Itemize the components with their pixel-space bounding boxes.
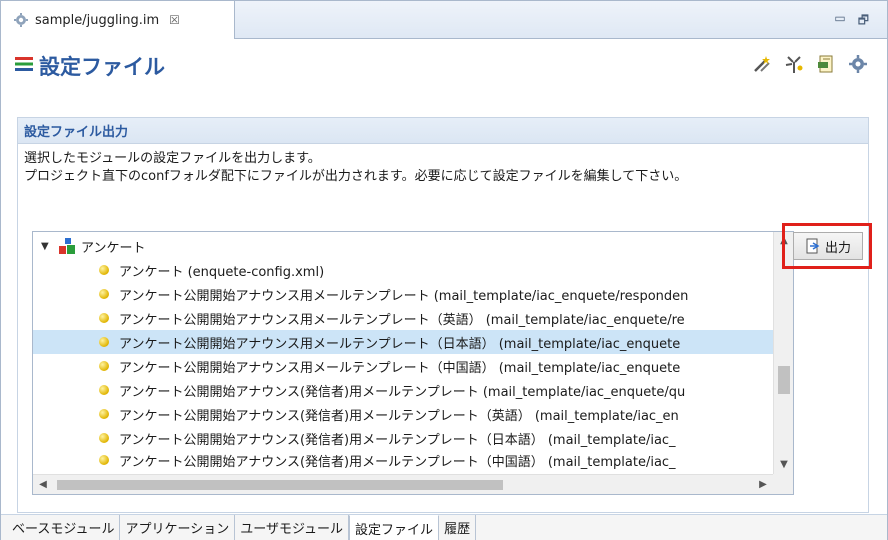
maximize-icon[interactable]: 🗗: [858, 11, 869, 32]
horizontal-scroll-thumb[interactable]: [57, 480, 503, 490]
chevron-down-icon[interactable]: ▼: [41, 241, 53, 252]
output-button-label: 出力: [824, 240, 851, 256]
module-tree[interactable]: ▼ アンケート アンケート (enquete-config.xml) アンケート…: [32, 231, 794, 495]
wand-icon[interactable]: [751, 53, 773, 75]
tree-item[interactable]: アンケート公開開始アナウンス用メールテンプレート（中国語） (mail_temp…: [33, 354, 773, 378]
item-dot-icon: [99, 455, 109, 465]
tree-item[interactable]: アンケート公開開始アナウンス(発信者)用メールテンプレート（英語） (mail_…: [33, 402, 773, 426]
minimize-icon[interactable]: ▭: [834, 11, 845, 32]
tree-item[interactable]: アンケート公開開始アナウンス(発信者)用メールテンプレート（日本語） (mail…: [33, 426, 773, 450]
gear-icon: [14, 13, 28, 27]
item-dot-icon: [99, 289, 109, 299]
settings-file-icon: [15, 57, 33, 71]
tree-item-label: アンケート公開開始アナウンス(発信者)用メールテンプレート (mail_temp…: [119, 384, 686, 400]
sparkle-icon[interactable]: [783, 53, 805, 75]
tree-item-label: アンケート公開開始アナウンス(発信者)用メールテンプレート（中国語） (mail…: [119, 454, 676, 470]
horizontal-scrollbar[interactable]: ◀ ▶: [33, 474, 773, 494]
settings-icon[interactable]: [847, 53, 869, 75]
close-icon[interactable]: ☒: [169, 13, 180, 27]
description-line: 選択したモジュールの設定ファイルを出力します。: [24, 151, 321, 166]
editor-tab-strip: sample/juggling.im ☒ ▭ 🗗: [1, 1, 887, 39]
tab-settings-file[interactable]: 設定ファイル: [349, 515, 440, 540]
tree-item[interactable]: アンケート公開開始アナウンス(発信者)用メールテンプレート (mail_temp…: [33, 378, 773, 402]
export-file-icon[interactable]: [815, 53, 837, 75]
tree-item[interactable]: アンケート (enquete-config.xml): [33, 258, 773, 282]
output-file-icon: [806, 238, 820, 254]
tree-item-label: アンケート公開開始アナウンス(発信者)用メールテンプレート（日本語） (mail…: [119, 432, 676, 448]
page-header: 設定ファイル: [1, 39, 887, 109]
scroll-down-icon[interactable]: ▼: [774, 456, 793, 474]
toolbar: [751, 53, 869, 75]
scrollbar-corner: [773, 474, 793, 494]
scroll-right-icon[interactable]: ▶: [753, 475, 773, 494]
tree-item-label: アンケート公開開始アナウンス(発信者)用メールテンプレート（英語） (mail_…: [119, 408, 679, 424]
editor-tab-title: sample/juggling.im: [35, 12, 160, 28]
tree-item[interactable]: アンケート公開開始アナウンス用メールテンプレート (mail_template/…: [33, 282, 773, 306]
tree-category-row[interactable]: ▼ アンケート: [33, 234, 773, 258]
tab-user-module[interactable]: ユーザモジュール: [235, 515, 350, 540]
tree-item-label: アンケート (enquete-config.xml): [119, 264, 325, 280]
tree-item[interactable]: アンケート公開開始アナウンス(発信者)用メールテンプレート（中国語） (mail…: [33, 450, 773, 470]
settings-output-section: 設定ファイル出力 選択したモジュールの設定ファイルを出力します。 プロジェクト直…: [17, 117, 869, 513]
item-dot-icon: [99, 337, 109, 347]
tree-item-label: アンケート公開開始アナウンス用メールテンプレート (mail_template/…: [119, 288, 689, 304]
tree-item[interactable]: アンケート公開開始アナウンス用メールテンプレート（英語） (mail_templ…: [33, 306, 773, 330]
page-title: 設定ファイル: [39, 55, 165, 79]
tree-item-selected[interactable]: アンケート公開開始アナウンス用メールテンプレート（日本語） (mail_temp…: [33, 330, 773, 354]
item-dot-icon: [99, 433, 109, 443]
tree-item-label: アンケート公開開始アナウンス用メールテンプレート（日本語） (mail_temp…: [119, 336, 681, 352]
category-icon: [59, 238, 75, 254]
tree-item-label: アンケート公開開始アナウンス用メールテンプレート（中国語） (mail_temp…: [119, 360, 681, 376]
scroll-left-icon[interactable]: ◀: [33, 475, 53, 494]
editor-window: sample/juggling.im ☒ ▭ 🗗 設定ファイル 設定ファイル出力…: [0, 0, 888, 540]
item-dot-icon: [99, 409, 109, 419]
tab-base-module[interactable]: ベースモジュール: [7, 515, 121, 540]
tree-category-label: アンケート: [81, 240, 146, 256]
output-button[interactable]: 出力: [793, 232, 863, 260]
tab-history[interactable]: 履歴: [439, 515, 477, 540]
description-line: プロジェクト直下のconfフォルダ配下にファイルが出力されます。必要に応じて設定…: [24, 169, 688, 184]
item-dot-icon: [99, 265, 109, 275]
bottom-tab-bar: ベースモジュール アプリケーション ユーザモジュール 設定ファイル 履歴: [1, 514, 887, 540]
item-dot-icon: [99, 313, 109, 323]
editor-tab[interactable]: sample/juggling.im ☒: [1, 1, 235, 39]
tab-application[interactable]: アプリケーション: [120, 515, 236, 540]
section-title: 設定ファイル出力: [24, 125, 129, 140]
section-header: 設定ファイル出力: [18, 118, 868, 144]
tree-item-label: アンケート公開開始アナウンス用メールテンプレート（英語） (mail_templ…: [119, 312, 685, 328]
vertical-scroll-thumb[interactable]: [778, 366, 790, 394]
item-dot-icon: [99, 361, 109, 371]
section-description: 選択したモジュールの設定ファイルを出力します。 プロジェクト直下のconfフォル…: [24, 150, 687, 186]
item-dot-icon: [99, 385, 109, 395]
